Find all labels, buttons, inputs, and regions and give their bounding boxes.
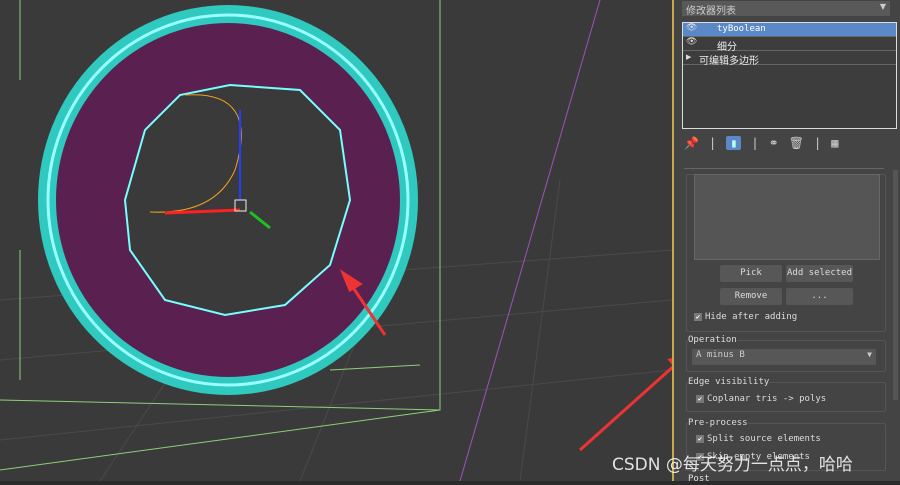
stack-item-subdivide[interactable]: 👁 细分 xyxy=(683,37,896,53)
eye-icon[interactable]: 👁 xyxy=(686,23,697,33)
operation-label: Operation xyxy=(688,335,737,345)
modifier-stack: 👁 tyBoolean 👁 细分 ▶ 可编辑多边形 xyxy=(682,22,897,129)
chevron-down-icon: ▼ xyxy=(879,2,886,11)
scene xyxy=(0,0,688,482)
remove-modifier-icon[interactable]: 🗑 xyxy=(789,136,804,150)
stack-item-tyboolean[interactable]: 👁 tyBoolean xyxy=(683,23,896,37)
chevron-down-icon: ▼ xyxy=(867,350,872,359)
command-panel: 修改器列表 ▼ 👁 tyBoolean 👁 细分 ▶ 可编辑多边形 📌 | ▮ | ⚭ 🗑 |… xyxy=(672,0,900,484)
divider xyxy=(684,168,884,169)
annotation-arrows xyxy=(339,269,688,452)
pick-button[interactable]: Pick xyxy=(720,265,782,282)
show-end-result-icon[interactable]: ▮ xyxy=(726,136,742,150)
operation-dropdown[interactable]: A minus B ▼ xyxy=(692,349,876,365)
edge-visibility-label: Edge visibility xyxy=(688,377,770,387)
eye-icon[interactable]: 👁 xyxy=(686,37,697,47)
coplanar-checkbox[interactable]: ✔ Coplanar tris -> polys xyxy=(696,394,826,404)
pin-icon[interactable]: 📌 xyxy=(684,136,699,150)
split-source-checkbox[interactable]: ✔ Split source elements xyxy=(696,434,821,444)
checkbox-label: Split source elements xyxy=(707,434,821,444)
stack-item-editable-poly[interactable]: ▶ 可编辑多边形 xyxy=(683,51,896,67)
stack-item-label: 可编辑多边形 xyxy=(699,56,759,67)
stack-item-label: tyBoolean xyxy=(717,24,766,34)
post-label: Post xyxy=(688,474,710,484)
modifier-list-label: 修改器列表 xyxy=(686,6,736,17)
expand-triangle-icon[interactable]: ▶ xyxy=(686,53,691,61)
preprocess-label: Pre-process xyxy=(688,418,748,428)
watermark: CSDN @每天努力一点点，哈哈 xyxy=(612,455,853,475)
configure-icon[interactable]: ▦ xyxy=(831,136,838,150)
modifier-list-dropdown[interactable]: 修改器列表 ▼ xyxy=(682,1,890,17)
tube-ring xyxy=(38,5,418,395)
checkbox-label: Hide after adding xyxy=(705,312,798,322)
operation-value: A minus B xyxy=(696,350,745,360)
panel-scrollbar[interactable] xyxy=(893,170,898,400)
hide-after-adding-checkbox[interactable]: ✔ Hide after adding xyxy=(694,312,797,322)
stack-toolbar: 📌 | ▮ | ⚭ 🗑 | ▦ xyxy=(684,136,839,150)
make-unique-icon[interactable]: ⚭ xyxy=(769,136,779,150)
more-button[interactable]: ... xyxy=(786,288,853,305)
remove-button[interactable]: Remove xyxy=(720,288,782,305)
add-selected-button[interactable]: Add selected xyxy=(786,265,853,282)
operand-list[interactable] xyxy=(694,174,880,260)
checkbox-label: Coplanar tris -> polys xyxy=(707,394,827,404)
viewport-3d[interactable] xyxy=(0,0,688,482)
